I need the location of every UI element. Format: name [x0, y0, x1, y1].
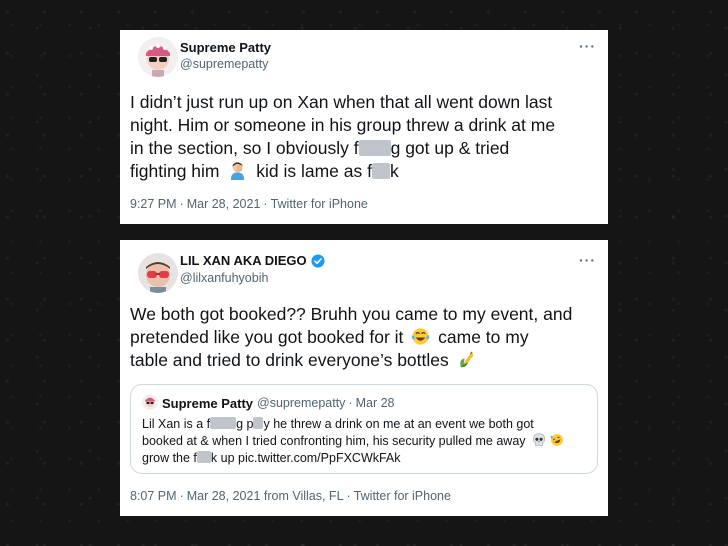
author-name[interactable]: Supreme Patty [180, 40, 271, 55]
man-facepalming-emoji-icon [231, 162, 245, 180]
quoted-author-handle: @supremepatty · Mar 28 [257, 396, 395, 410]
corn-emoji-icon [459, 351, 473, 368]
tweet-line: We both got booked?? Bruhh you came to m… [130, 304, 573, 324]
censor-bar [371, 163, 390, 179]
tweet-text: I didn’t just run up on Xan when that al… [130, 91, 598, 183]
tweet-text: We both got booked?? Bruhh you came to m… [130, 303, 598, 372]
tweet-line: booked at & when I tried confronting him… [142, 433, 585, 450]
tweet-timestamp[interactable]: 8:07 PM · Mar 28, 2021 from Villas, FL · Twi… [130, 489, 451, 503]
tweet-timestamp[interactable]: 9:27 PM · Mar 28, 2021 · Twitter for iPhone [130, 197, 368, 211]
quoted-tweet-text: Lil Xan is a fg py he threw a drink on m… [142, 416, 585, 467]
author-handle[interactable]: @lilxanfuhyobih [180, 271, 268, 285]
tweet-line: Lil Xan is a fg py he threw a drink on m… [142, 417, 534, 431]
tweet-line: in the section, so I obviously fg got up… [130, 138, 510, 158]
tweet-line: I didn’t just run up on Xan when that al… [130, 92, 553, 112]
rolling-laughing-emoji-icon [550, 434, 563, 446]
censor-bar [210, 417, 237, 429]
tweet-card-supreme-patty: Supreme Patty @supremepatty ··· I didn’t… [120, 30, 608, 224]
author-handle[interactable]: @supremepatty [180, 57, 268, 71]
tweet-line: pretended like you got booked for it cam… [130, 327, 529, 347]
tweet-line: grow the fk up pic.twitter.com/PpFXCWkFA… [142, 451, 401, 465]
author-name[interactable]: LIL XAN AKA DIEGO [180, 253, 325, 268]
quoted-author-name: Supreme Patty [162, 396, 254, 411]
tweet-line: night. Him or someone in his group threw… [130, 115, 556, 135]
tweet-line: table and tried to drink everyone’s bott… [130, 349, 598, 372]
censor-bar [253, 417, 264, 429]
avatar[interactable] [138, 253, 178, 293]
censor-bar [358, 140, 391, 156]
quoted-tweet[interactable]: Supreme Patty @supremepatty · Mar 28 Lil X… [130, 384, 598, 474]
tweet-card-lil-xan: LIL XAN AKA DIEGO @lilxanfuhyobih ··· We… [120, 240, 608, 516]
more-options-icon[interactable]: ··· [579, 252, 596, 268]
avatar[interactable] [138, 37, 178, 77]
verified-badge-icon [311, 253, 325, 268]
avatar [142, 394, 158, 410]
tweet-line: fighting him kid is lame as fk [130, 161, 399, 181]
tears-of-joy-emoji-icon [411, 328, 430, 345]
more-options-icon[interactable]: ··· [579, 38, 596, 54]
skull-emoji-icon [533, 433, 545, 446]
censor-bar [196, 451, 211, 463]
